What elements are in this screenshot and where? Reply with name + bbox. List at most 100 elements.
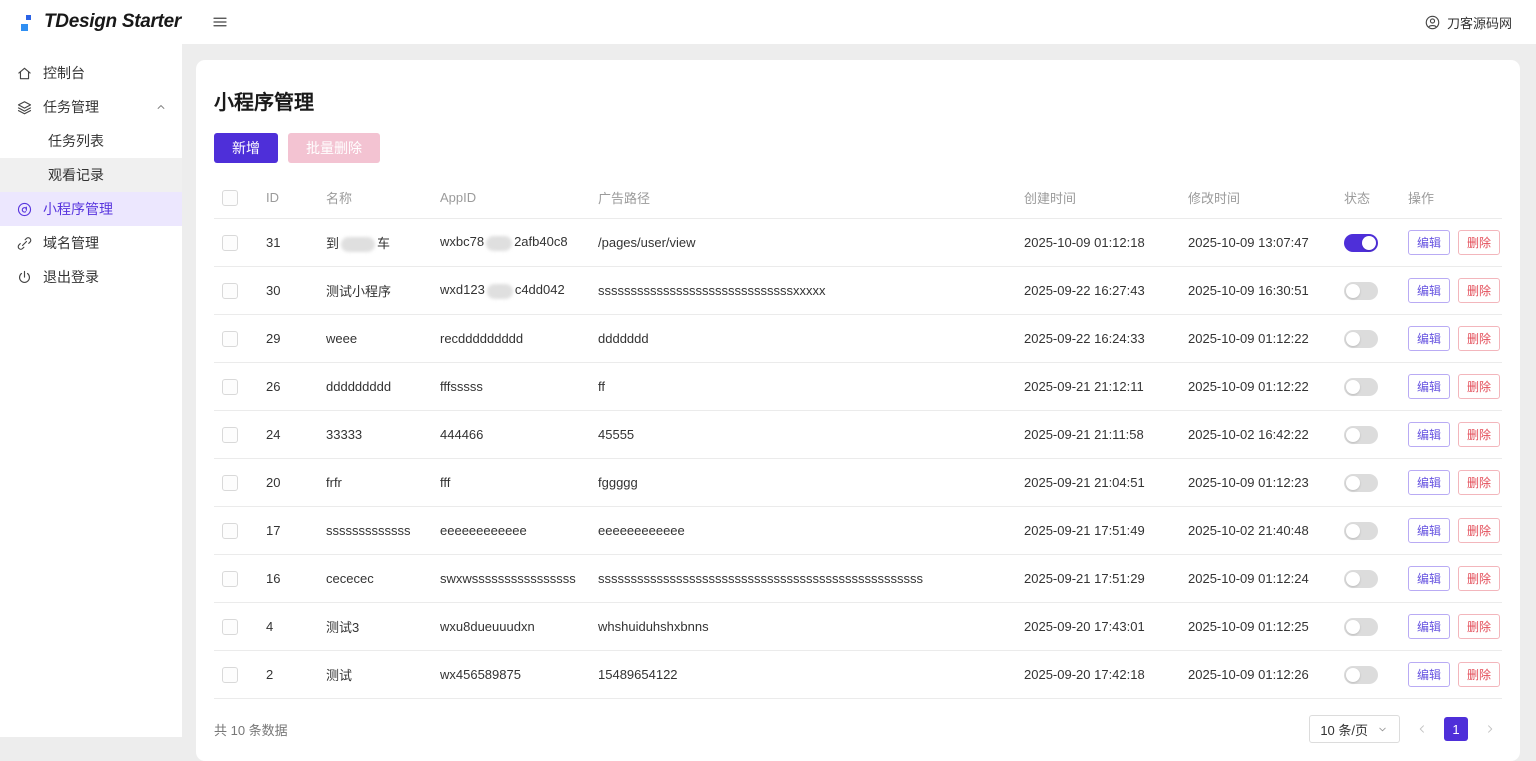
edit-button[interactable]: 编辑 [1408, 374, 1451, 399]
sidebar-item-logout[interactable]: 退出登录 [0, 260, 182, 294]
status-toggle[interactable] [1344, 425, 1378, 444]
page-1-button[interactable]: 1 [1444, 717, 1468, 741]
delete-button[interactable]: 删除 [1458, 374, 1501, 399]
edit-button[interactable]: 编辑 [1408, 326, 1451, 351]
row-checkbox[interactable] [222, 666, 238, 683]
edit-button[interactable]: 编辑 [1408, 566, 1451, 591]
cell-ad-path: ff [590, 362, 1016, 411]
delete-button[interactable]: 删除 [1458, 326, 1501, 351]
row-checkbox[interactable] [222, 522, 238, 539]
table-footer: 共 10 条数据 10 条/页 1 [214, 699, 1502, 743]
edit-button[interactable]: 编辑 [1408, 614, 1451, 639]
cell-created-time: 2025-09-21 17:51:49 [1016, 506, 1180, 555]
cell-name: sssssssssssss [318, 506, 432, 555]
delete-button[interactable]: 删除 [1458, 230, 1501, 255]
column-header: ID [266, 190, 279, 205]
cell-created-time: 2025-09-20 17:43:01 [1016, 602, 1180, 651]
table-row: 29 weee recddddddddd ddddddd 2025-09-22 16:2… [214, 314, 1502, 363]
cell-name: 到车 [318, 218, 432, 267]
cell-appid: fffsssss [432, 362, 590, 411]
cell-name: weee [318, 314, 432, 363]
cell-created-time: 2025-09-21 21:04:51 [1016, 458, 1180, 507]
status-toggle[interactable] [1344, 329, 1378, 348]
prev-page-button[interactable] [1410, 717, 1434, 741]
sidebar-item-console[interactable]: 控制台 [0, 56, 182, 90]
next-page-button[interactable] [1478, 717, 1502, 741]
column-header: 操作 [1408, 191, 1435, 206]
chevron-up-icon [154, 100, 168, 114]
status-toggle[interactable] [1344, 473, 1378, 492]
table-row: 16 cececec swxwssssssssssssssss sssssssssss… [214, 554, 1502, 603]
power-icon [16, 269, 33, 286]
sidebar-item-label: 小程序管理 [43, 201, 113, 217]
user-menu[interactable]: 刀客源码网 [1424, 13, 1512, 32]
sidebar-item-task-list[interactable]: 任务列表 [0, 124, 182, 158]
menu-toggle-button[interactable] [211, 11, 233, 33]
row-checkbox[interactable] [222, 330, 238, 347]
column-header: 广告路径 [598, 191, 651, 206]
pagination: 10 条/页 1 [1309, 715, 1502, 743]
cell-modified-time: 2025-10-09 01:12:23 [1180, 458, 1336, 507]
cell-modified-time: 2025-10-02 16:42:22 [1180, 410, 1336, 459]
delete-button[interactable]: 删除 [1458, 278, 1501, 303]
cell-created-time: 2025-09-22 16:24:33 [1016, 314, 1180, 363]
cell-appid: 444466 [432, 410, 590, 459]
edit-button[interactable]: 编辑 [1408, 230, 1451, 255]
row-checkbox[interactable] [222, 378, 238, 395]
cell-ad-path: whshuiduhshxbnns [590, 602, 1016, 651]
cell-appid: swxwssssssssssssssss [432, 554, 590, 603]
cell-appid: eeeeeeeeeeee [432, 506, 590, 555]
edit-button[interactable]: 编辑 [1408, 422, 1451, 447]
delete-button[interactable]: 删除 [1458, 518, 1501, 543]
edit-button[interactable]: 编辑 [1408, 662, 1451, 687]
row-checkbox[interactable] [222, 618, 238, 635]
column-header: AppID [440, 190, 477, 205]
delete-button[interactable]: 删除 [1458, 662, 1501, 687]
home-icon [16, 65, 33, 82]
sidebar-item-watch-records[interactable]: 观看记录 [0, 158, 182, 192]
select-all-checkbox[interactable] [222, 189, 238, 206]
page-title: 小程序管理 [214, 92, 314, 114]
status-toggle[interactable] [1344, 521, 1378, 540]
cell-name: cececec [318, 554, 432, 603]
page-size-select[interactable]: 10 条/页 [1309, 715, 1400, 743]
hamburger-icon [211, 13, 233, 31]
delete-button[interactable]: 删除 [1458, 470, 1501, 495]
batch-delete-button[interactable]: 批量删除 [288, 133, 380, 163]
status-toggle[interactable] [1344, 665, 1378, 684]
status-toggle[interactable] [1344, 233, 1378, 252]
table-header-row: ID 名称 AppID 广告路径 创建时间 修改时间 状态 操作 [214, 177, 1502, 219]
row-checkbox[interactable] [222, 282, 238, 299]
cell-created-time: 2025-09-21 17:51:29 [1016, 554, 1180, 603]
sidebar-item-task-management[interactable]: 任务管理 [0, 90, 182, 124]
sidebar-item-label: 任务管理 [43, 99, 99, 115]
edit-button[interactable]: 编辑 [1408, 470, 1451, 495]
cell-id: 17 [258, 506, 318, 555]
cell-ad-path: ddddddd [590, 314, 1016, 363]
sidebar-item-domain-management[interactable]: 域名管理 [0, 226, 182, 260]
cell-appid: wxu8dueuuudxn [432, 602, 590, 651]
sidebar-item-miniapp-management[interactable]: 小程序管理 [0, 192, 182, 226]
status-toggle[interactable] [1344, 281, 1378, 300]
cell-modified-time: 2025-10-09 01:12:26 [1180, 650, 1336, 699]
edit-button[interactable]: 编辑 [1408, 278, 1451, 303]
row-checkbox[interactable] [222, 426, 238, 443]
status-toggle[interactable] [1344, 569, 1378, 588]
miniapp-table: ID 名称 AppID 广告路径 创建时间 修改时间 状态 操作 31 到车 wxbc78 2afb… [214, 177, 1502, 699]
row-checkbox[interactable] [222, 234, 238, 251]
delete-button[interactable]: 删除 [1458, 566, 1501, 591]
add-button[interactable]: 新增 [214, 133, 278, 163]
row-checkbox[interactable] [222, 570, 238, 587]
status-toggle[interactable] [1344, 377, 1378, 396]
main-content: 小程序管理 新增 批量删除 ID 名称 AppID 广告路径 创建时间 修改时间 状态 操作 … [182, 44, 1536, 761]
status-toggle[interactable] [1344, 617, 1378, 636]
edit-button[interactable]: 编辑 [1408, 518, 1451, 543]
username: 刀客源码网 [1446, 15, 1512, 31]
delete-button[interactable]: 删除 [1458, 614, 1501, 639]
topbar: TDesign Starter 刀客源码网 [0, 0, 1536, 44]
sidebar: 控制台任务管理任务列表 观看记录小程序管理域名管理 退出登录 [0, 44, 182, 737]
row-checkbox[interactable] [222, 474, 238, 491]
delete-button[interactable]: 删除 [1458, 422, 1501, 447]
table-row: 30 测试小程序 wxd123 c4dd042 ssssssssssssssssssss… [214, 266, 1502, 315]
column-header: 状态 [1344, 191, 1371, 206]
